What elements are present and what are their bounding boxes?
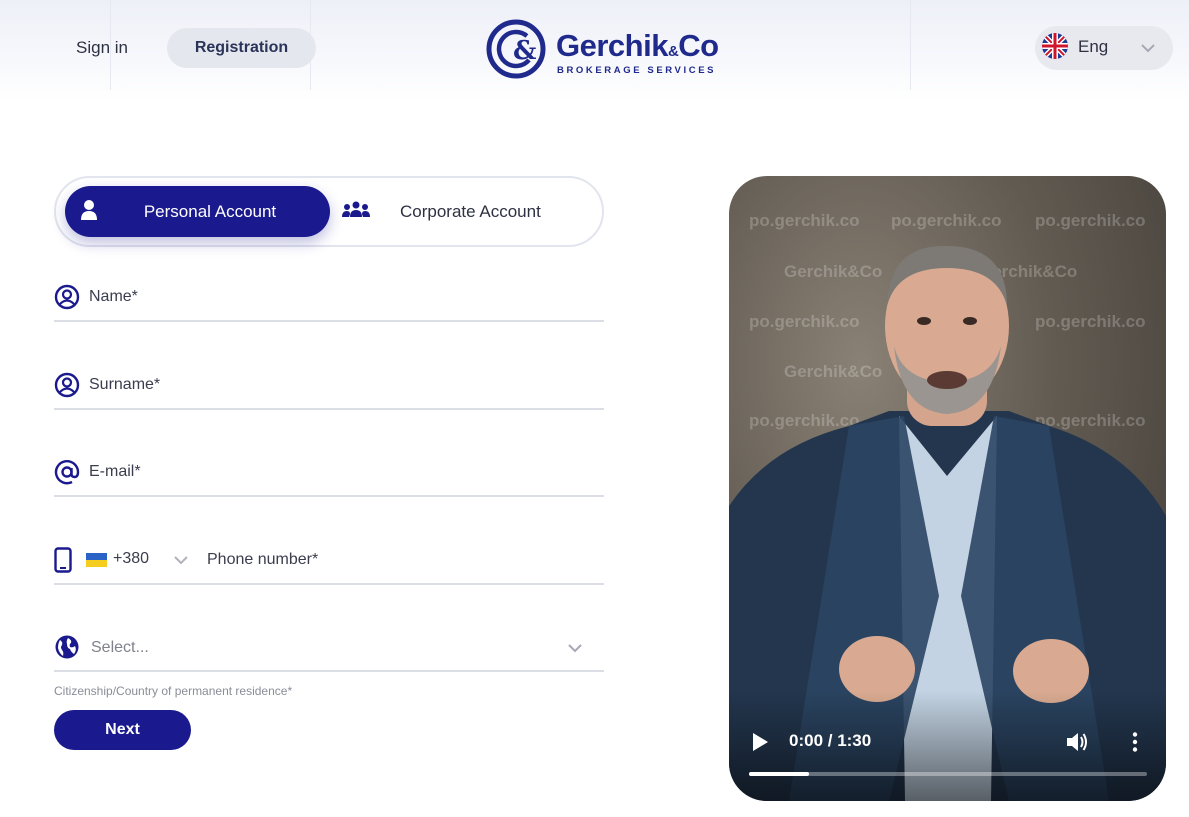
brand-logo[interactable]: & Gerchik&Co BROKERAGE SERVICES [486, 18, 726, 80]
chevron-down-icon [1141, 44, 1155, 53]
user-circle-icon [54, 372, 80, 398]
logo-subtitle: BROKERAGE SERVICES [557, 65, 717, 76]
svg-text:&: & [513, 36, 536, 66]
citizenship-select[interactable]: Select... [54, 622, 604, 672]
volume-icon[interactable] [1065, 731, 1089, 753]
globe-icon [55, 635, 79, 659]
language-label: Eng [1078, 37, 1109, 56]
chevron-down-icon [568, 644, 582, 653]
name-placeholder: Name* [89, 288, 138, 305]
surname-field[interactable]: Surname* [54, 360, 604, 410]
email-field[interactable]: E-mail* [54, 447, 604, 497]
users-group-icon [342, 201, 370, 217]
more-options-icon[interactable] [1130, 731, 1140, 753]
ukraine-flag-icon [86, 553, 107, 567]
personal-account-label: Personal Account [143, 202, 277, 221]
chevron-down-icon[interactable] [173, 554, 189, 566]
language-selector[interactable]: Eng [1035, 26, 1173, 70]
next-button[interactable]: Next [54, 710, 191, 750]
mobile-phone-icon [54, 547, 72, 573]
name-field[interactable]: Name* [54, 272, 604, 322]
corporate-account-label: Corporate Account [400, 202, 541, 221]
logo-wordmark: Gerchik&Co [556, 28, 719, 63]
uk-flag-icon [1042, 33, 1068, 59]
citizenship-placeholder: Select... [91, 639, 149, 656]
logo-emblem-icon: & [486, 19, 546, 79]
user-circle-icon [54, 284, 80, 310]
promo-video-player[interactable]: po.gerchik.co po.gerchik.co po.gerchik.c… [729, 176, 1166, 801]
surname-placeholder: Surname* [89, 376, 161, 393]
registration-button[interactable]: Registration [167, 28, 316, 68]
citizenship-hint: Citizenship/Country of permanent residen… [54, 684, 293, 698]
video-progress-bar[interactable] [749, 772, 1147, 776]
video-time: 0:00 / 1:30 [789, 731, 872, 750]
at-sign-icon [54, 460, 80, 485]
video-progress-fill [749, 772, 809, 776]
phone-field[interactable]: +380 Phone number* [54, 535, 604, 585]
phone-country-code[interactable]: +380 [113, 550, 149, 568]
account-type-toggle: Personal Account Corporate Account [54, 176, 604, 247]
sign-in-link[interactable]: Sign in [60, 28, 144, 68]
play-icon[interactable] [751, 732, 769, 752]
phone-placeholder: Phone number* [207, 551, 319, 568]
header-decoration-line [910, 0, 911, 90]
personal-account-tab[interactable]: Personal Account [65, 186, 330, 237]
email-placeholder: E-mail* [89, 463, 141, 480]
corporate-account-tab[interactable]: Corporate Account [336, 186, 586, 237]
